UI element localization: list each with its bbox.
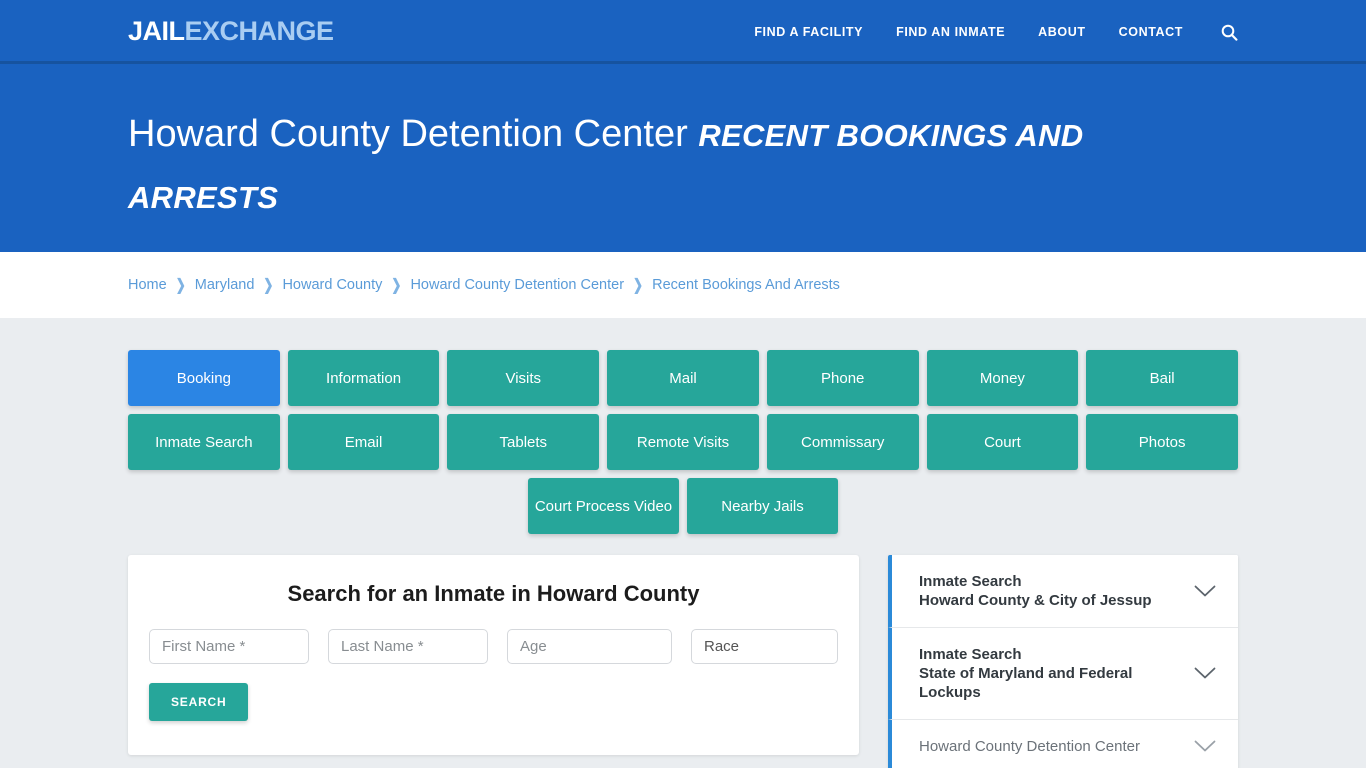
tab-booking[interactable]: Booking (128, 350, 280, 406)
facility-tabs-row-3: Court Process Video Nearby Jails (128, 478, 1238, 534)
nav-item-contact[interactable]: CONTACT (1119, 25, 1183, 39)
inmate-search-card: Search for an Inmate in Howard County Ra… (128, 555, 859, 755)
last-name-input[interactable] (328, 629, 488, 664)
tab-photos[interactable]: Photos (1086, 414, 1238, 470)
tab-phone[interactable]: Phone (766, 350, 919, 406)
breadcrumb-separator-icon: ❯ (263, 275, 274, 295)
tab-commissary[interactable]: Commissary (766, 414, 919, 470)
chevron-down-icon[interactable] (1194, 585, 1216, 598)
facility-tabs-row-2: Inmate Search Email Tablets Remote Visit… (128, 414, 1238, 470)
breadcrumb-band: Home ❯ Maryland ❯ Howard County ❯ Howard… (0, 252, 1366, 318)
tab-bail[interactable]: Bail (1086, 350, 1238, 406)
breadcrumb-item-recent-bookings[interactable]: Recent Bookings And Arrests (652, 277, 840, 293)
tab-tablets[interactable]: Tablets (447, 414, 600, 470)
accordion-item-line1: Howard County Detention Center (919, 738, 1140, 755)
accordion-item-howard-county-jessup[interactable]: Inmate Search Howard County & City of Je… (888, 555, 1238, 628)
tab-court-process-video[interactable]: Court Process Video (528, 478, 679, 534)
search-card-heading: Search for an Inmate in Howard County (287, 581, 700, 606)
logo-text-jail: JAIL (128, 16, 185, 46)
page-title: Howard County Detention Center Recent Bo… (128, 104, 1238, 228)
tab-court[interactable]: Court (926, 414, 1079, 470)
tab-inmate-search[interactable]: Inmate Search (128, 414, 280, 470)
main-menu: FIND A FACILITY FIND AN INMATE ABOUT CON… (754, 0, 1238, 64)
accordion-item-line2: Howard County & City of Jessup (919, 592, 1152, 609)
breadcrumb-item-maryland[interactable]: Maryland (195, 277, 255, 293)
search-button[interactable]: SEARCH (149, 683, 249, 721)
inmate-search-accordion: Inmate Search Howard County & City of Je… (888, 555, 1238, 768)
accordion-item-line2: State of Maryland and Federal (919, 665, 1133, 682)
chevron-down-icon[interactable] (1194, 667, 1216, 680)
page-hero: Howard County Detention Center Recent Bo… (0, 64, 1366, 252)
tab-nearby-jails[interactable]: Nearby Jails (687, 478, 838, 534)
search-icon[interactable] (1220, 23, 1238, 41)
race-select[interactable]: Race (691, 629, 838, 664)
tab-information[interactable]: Information (287, 350, 440, 406)
page-title-facility: Howard County Detention Center (128, 113, 688, 155)
age-input[interactable] (507, 629, 672, 664)
accordion-item-howard-county-detention-center[interactable]: Howard County Detention Center (888, 720, 1238, 768)
main-content: Booking Information Visits Mail Phone Mo… (0, 318, 1366, 768)
breadcrumb-separator-icon: ❯ (391, 275, 402, 295)
tab-mail[interactable]: Mail (607, 350, 759, 406)
search-fields-row: Race (149, 629, 838, 664)
accordion-item-line3: Lockups (919, 684, 981, 701)
site-logo[interactable]: JAILEXCHANGE (128, 18, 334, 45)
accordion-item-state-maryland-federal[interactable]: Inmate Search State of Maryland and Fede… (888, 628, 1238, 720)
accordion-item-line1: Inmate Search (919, 573, 1022, 590)
tab-visits[interactable]: Visits (447, 350, 600, 406)
top-navigation-bar: JAILEXCHANGE FIND A FACILITY FIND AN INM… (0, 0, 1366, 64)
accordion-item-label: Inmate Search Howard County & City of Je… (919, 572, 1152, 610)
nav-item-about[interactable]: ABOUT (1038, 25, 1085, 39)
breadcrumb-item-howard-county[interactable]: Howard County (282, 277, 382, 293)
tab-email[interactable]: Email (287, 414, 440, 470)
nav-item-find-an-inmate[interactable]: FIND AN INMATE (896, 25, 1005, 39)
accordion-item-label: Inmate Search State of Maryland and Fede… (919, 645, 1132, 702)
accordion-item-line1: Inmate Search (919, 646, 1022, 663)
content-row: Search for an Inmate in Howard County Ra… (128, 555, 1238, 768)
logo-text-exchange: EXCHANGE (184, 16, 335, 46)
facility-tabs-row-1: Booking Information Visits Mail Phone Mo… (128, 350, 1238, 406)
breadcrumb-separator-icon: ❯ (633, 275, 644, 295)
tab-money[interactable]: Money (926, 350, 1079, 406)
nav-item-find-a-facility[interactable]: FIND A FACILITY (754, 25, 863, 39)
tab-remote-visits[interactable]: Remote Visits (607, 414, 759, 470)
breadcrumb-separator-icon: ❯ (175, 275, 186, 295)
breadcrumb-item-detention-center[interactable]: Howard County Detention Center (410, 277, 624, 293)
chevron-down-icon[interactable] (1194, 740, 1216, 753)
breadcrumb-item-home[interactable]: Home (128, 277, 167, 293)
first-name-input[interactable] (149, 629, 309, 664)
breadcrumb: Home ❯ Maryland ❯ Howard County ❯ Howard… (128, 275, 840, 295)
accordion-item-label: Howard County Detention Center (919, 737, 1140, 756)
